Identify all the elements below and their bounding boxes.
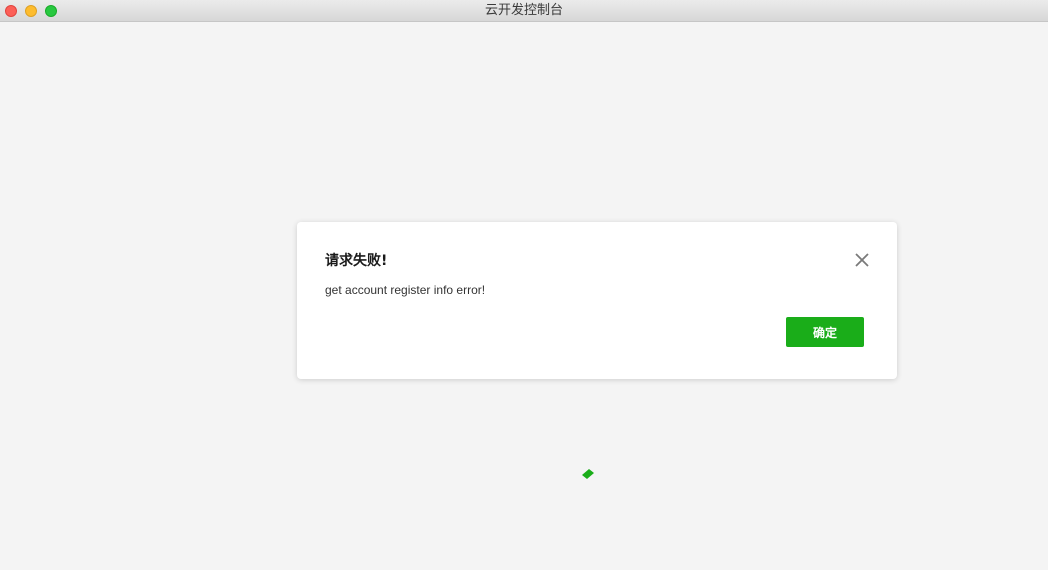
dialog-title: 请求失败!	[325, 253, 388, 269]
close-icon-glyph	[855, 253, 869, 267]
error-dialog: 请求失败! get account register info error! 确…	[297, 222, 897, 379]
close-icon[interactable]	[854, 252, 870, 268]
loading-spinner-glyph	[582, 469, 594, 479]
title-bar: 云开发控制台	[0, 0, 1048, 22]
window-title: 云开发控制台	[484, 3, 563, 18]
confirm-button[interactable]: 确定	[786, 317, 864, 347]
loading-spinner-icon	[582, 466, 594, 479]
dialog-message: get account register info error!	[325, 283, 486, 297]
app-window: 云开发控制台 请求失败! get account register info e…	[0, 0, 1048, 570]
